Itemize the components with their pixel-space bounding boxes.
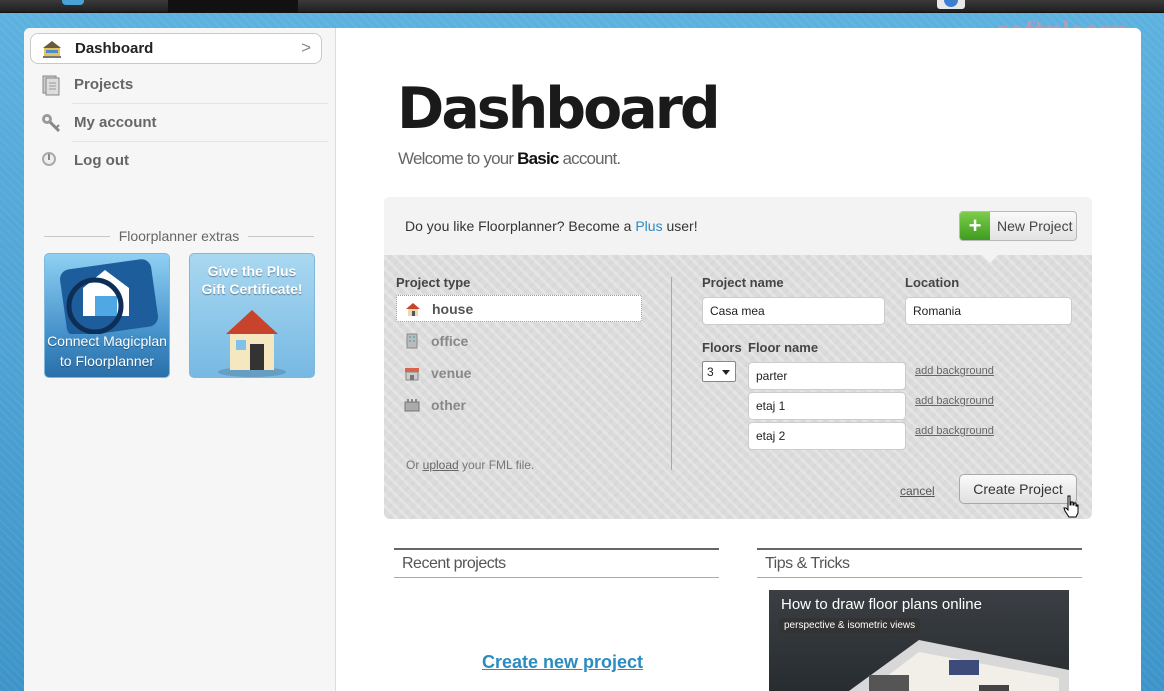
chevron-down-icon xyxy=(722,370,730,375)
floors-label: Floors xyxy=(702,340,742,355)
top-tab-active[interactable] xyxy=(168,0,298,12)
floor-name-input[interactable]: etaj 2 xyxy=(748,422,906,450)
add-background-link[interactable]: add background xyxy=(915,425,994,437)
upload-fml-text: Or upload your FML file. xyxy=(406,458,534,472)
welcome-text: Welcome to your Basic account. xyxy=(398,149,621,169)
gift-line1: Give the Plus xyxy=(207,263,297,279)
project-type-label: venue xyxy=(431,364,472,381)
promo-prefix: Do you like Floorplanner? Become a xyxy=(405,218,636,234)
promo-suffix: user! xyxy=(662,218,698,234)
sidebar-item-projects[interactable]: Projects xyxy=(30,69,322,100)
extras-title-label: Floorplanner extras xyxy=(118,228,240,244)
other-icon xyxy=(404,397,420,413)
new-project-panel: Do you like Floorplanner? Become a Plus … xyxy=(384,197,1092,519)
upload-suffix: your FML file. xyxy=(458,458,535,472)
upload-link[interactable]: upload xyxy=(423,458,459,472)
user-avatar[interactable] xyxy=(937,0,965,9)
sidebar-item-log-out[interactable]: Log out xyxy=(30,145,322,176)
recent-projects-title: Recent projects xyxy=(394,548,719,578)
project-type-venue[interactable]: venue xyxy=(396,359,642,386)
top-bar xyxy=(0,0,1164,13)
magicplan-card[interactable]: Connect Magicplan to Floorplanner xyxy=(44,253,170,378)
sidebar-item-my-account[interactable]: My account xyxy=(30,107,322,138)
magicplan-logo-icon xyxy=(60,259,158,334)
divider xyxy=(72,103,328,104)
gift-text: Give the Plus Gift Certificate! xyxy=(190,262,314,298)
main-content: Dashboard Welcome to your Basic account.… xyxy=(337,28,1141,691)
project-type-office[interactable]: office xyxy=(396,327,642,354)
sidebar-item-label: Log out xyxy=(74,152,129,169)
add-background-link[interactable]: add background xyxy=(915,395,994,407)
house-icon xyxy=(405,301,421,317)
vertical-divider xyxy=(671,277,672,470)
project-type-label: office xyxy=(431,332,469,349)
floor-name-label: Floor name xyxy=(748,340,819,355)
chevron-right-icon: > xyxy=(301,38,311,57)
divider xyxy=(72,141,328,142)
cancel-link[interactable]: cancel xyxy=(900,484,935,498)
create-project-button[interactable]: Create Project xyxy=(959,474,1077,504)
main-container: Dashboard > Projects My account Log out … xyxy=(24,28,1141,691)
create-new-project-link[interactable]: Create new project xyxy=(482,652,643,673)
floors-value: 3 xyxy=(707,364,714,379)
plus-promo: Do you like Floorplanner? Become a Plus … xyxy=(405,218,698,234)
app-logo[interactable] xyxy=(62,0,84,5)
venue-icon xyxy=(404,365,420,381)
new-project-label: New Project xyxy=(997,218,1073,234)
project-type-house[interactable]: house xyxy=(396,295,642,322)
floor-name-input[interactable]: etaj 1 xyxy=(748,392,906,420)
projects-icon xyxy=(40,74,62,96)
floors-select[interactable]: 3 xyxy=(702,361,736,382)
magicplan-line1: Connect Magicplan xyxy=(47,333,167,349)
gift-line2: Gift Certificate! xyxy=(201,281,303,297)
sidebar-item-label: Dashboard xyxy=(75,40,154,57)
panel-header: Do you like Floorplanner? Become a Plus … xyxy=(384,197,1092,263)
power-icon xyxy=(40,150,62,172)
project-type-other[interactable]: other xyxy=(396,391,642,418)
sidebar: Dashboard > Projects My account Log out … xyxy=(24,28,336,691)
add-background-link[interactable]: add background xyxy=(915,365,994,377)
page-title: Dashboard xyxy=(397,76,721,142)
project-type-label: Project type xyxy=(396,275,471,290)
floor-name-input[interactable]: parter xyxy=(748,362,906,390)
location-label: Location xyxy=(905,275,960,290)
project-name-label: Project name xyxy=(702,275,784,290)
sidebar-item-dashboard[interactable]: Dashboard > xyxy=(30,33,322,64)
magicplan-text: Connect Magicplan to Floorplanner xyxy=(45,331,169,371)
new-project-button[interactable]: + New Project xyxy=(959,211,1077,241)
sidebar-item-label: My account xyxy=(74,114,157,131)
upload-prefix: Or xyxy=(406,458,423,472)
panel-notch xyxy=(982,255,998,263)
extras-title: Floorplanner extras xyxy=(44,228,314,244)
location-input[interactable]: Romania xyxy=(905,297,1072,325)
welcome-prefix: Welcome to your xyxy=(398,149,518,168)
keys-icon xyxy=(40,112,62,134)
project-type-label: other xyxy=(431,396,466,413)
tips-video[interactable]: How to draw floor plans online perspecti… xyxy=(769,590,1069,691)
gift-certificate-card[interactable]: Give the Plus Gift Certificate! xyxy=(189,253,315,378)
office-icon xyxy=(404,333,420,349)
video-subtitle: perspective & isometric views xyxy=(779,618,921,633)
tips-tricks-title: Tips & Tricks xyxy=(757,548,1082,578)
dashboard-icon xyxy=(41,38,63,60)
project-type-label: house xyxy=(432,300,474,317)
project-name-input[interactable]: Casa mea xyxy=(702,297,885,325)
video-title: How to draw floor plans online xyxy=(781,596,982,613)
plus-icon: + xyxy=(960,212,990,240)
plus-link[interactable]: Plus xyxy=(635,218,662,234)
sidebar-item-label: Projects xyxy=(74,76,134,93)
account-plan: Basic xyxy=(517,149,559,168)
house-gift-icon xyxy=(218,310,286,377)
magicplan-line2: to Floorplanner xyxy=(59,353,155,369)
hand-cursor-icon xyxy=(1063,495,1079,518)
welcome-suffix: account. xyxy=(558,149,621,168)
